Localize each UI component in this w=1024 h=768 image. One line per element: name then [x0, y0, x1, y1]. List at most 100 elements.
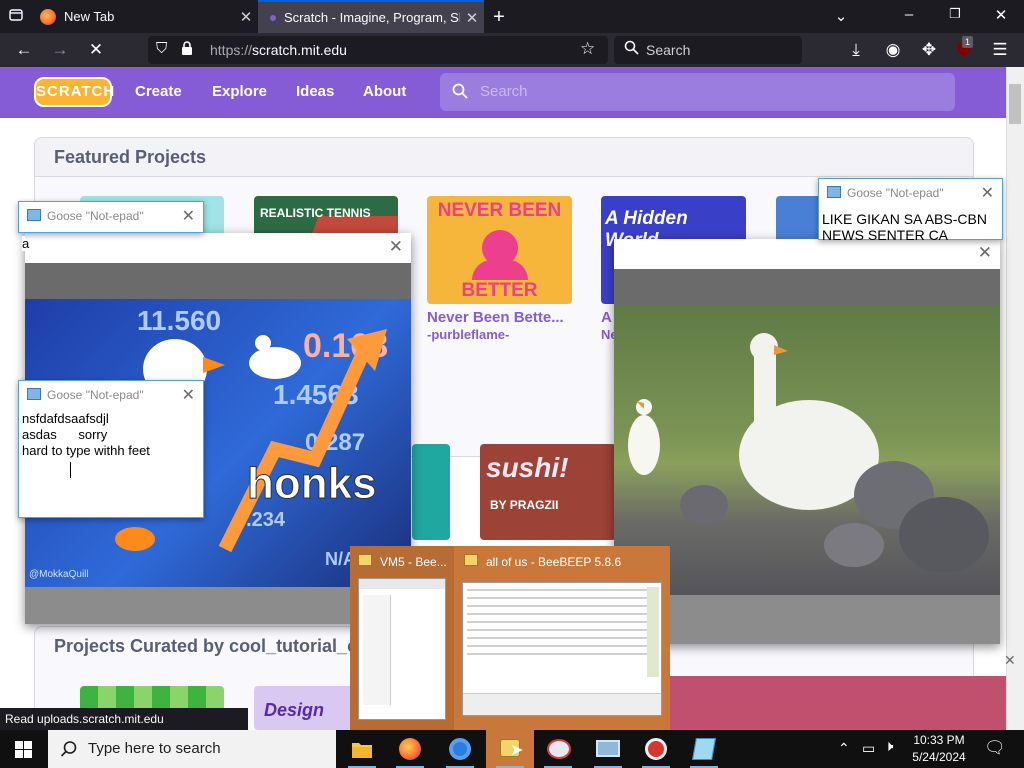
- close-tab-icon[interactable]: ✕: [460, 9, 484, 27]
- chevron-down-icon[interactable]: ⌄: [830, 7, 852, 25]
- chrome-app[interactable]: [436, 730, 484, 768]
- firefox-app[interactable]: [386, 730, 434, 768]
- project-thumbnail[interactable]: NEVER BEEN BETTER: [427, 196, 572, 304]
- remote-desktop-app[interactable]: [584, 730, 632, 768]
- goose-video-image: [614, 305, 1000, 595]
- window-title: Goose "Not-epad": [847, 186, 944, 200]
- close-icon[interactable]: ✕: [389, 237, 403, 257]
- note-text-area[interactable]: nsfdafdsaafsdjl asdas sorry hard to type…: [22, 411, 150, 459]
- task-preview-all-of-us[interactable]: all of us - BeeBEEP 5.8.6: [454, 546, 670, 730]
- network-icon[interactable]: ▭: [862, 740, 875, 757]
- clock-date: 5/24/2024: [912, 750, 966, 764]
- tab-title: Scratch - Imagine, Program, Share: [284, 10, 460, 25]
- new-tab-icon[interactable]: +: [489, 6, 509, 29]
- menu-icon[interactable]: ☰: [988, 39, 1012, 61]
- goose-video-window[interactable]: ✕: [614, 239, 1000, 644]
- back-icon[interactable]: ←: [12, 39, 36, 61]
- tab-new-tab[interactable]: New Tab ✕: [32, 0, 258, 33]
- note-text[interactable]: a: [22, 236, 29, 251]
- search-icon: [60, 741, 77, 757]
- goose-notepad-window[interactable]: Goose "Not-epad" ✕: [18, 201, 204, 233]
- nav-ideas[interactable]: Ideas: [296, 83, 334, 100]
- chevron-up-icon[interactable]: ⌃: [838, 740, 850, 757]
- window-title: Goose "Not-epad": [47, 209, 144, 223]
- extensions-icon[interactable]: ✥: [917, 39, 941, 61]
- close-tab-icon[interactable]: ✕: [234, 8, 258, 26]
- notepad-icon: [827, 186, 841, 198]
- geese-illustration: [628, 333, 989, 573]
- tab-list-icon[interactable]: [6, 8, 26, 26]
- minimize-icon[interactable]: –: [898, 6, 920, 23]
- file-explorer-app[interactable]: [338, 730, 386, 768]
- close-window-icon[interactable]: ✕: [990, 6, 1012, 24]
- taskbar-search-placeholder: Type here to search: [88, 740, 221, 757]
- tab-title: New Tab: [64, 9, 115, 24]
- volume-muted-icon[interactable]: 🕨: [884, 738, 893, 755]
- meme-credit: @MokkaQuill: [29, 569, 89, 580]
- project-title[interactable]: Never Been Bette...: [427, 309, 564, 326]
- browser-search-bar[interactable]: Search: [614, 36, 802, 64]
- thumb-text-bottom: BETTER: [461, 280, 538, 301]
- taskbar-clock[interactable]: 10:33 PM 5/24/2024: [906, 732, 972, 766]
- nav-about[interactable]: About: [363, 83, 406, 100]
- close-icon[interactable]: ✕: [981, 183, 994, 203]
- scratch-search-input[interactable]: Search: [440, 73, 955, 111]
- lock-icon[interactable]: [180, 40, 198, 59]
- downloads-icon[interactable]: ⤓: [844, 39, 868, 61]
- curated-projects-title: Projects Curated by cool_tutorial_co: [54, 636, 369, 656]
- tab-scratch[interactable]: Scratch - Imagine, Program, Share ✕: [258, 0, 484, 33]
- task-preview-vm5[interactable]: VM5 - Bee...: [350, 546, 454, 730]
- extension-badge: 1: [962, 36, 974, 48]
- featured-projects-title: Featured Projects: [54, 147, 207, 167]
- beebeep-icon: [464, 554, 478, 566]
- thumb-text: Design: [264, 700, 325, 720]
- url-bar[interactable]: ⛉ https://scratch.mit.edu ☆: [148, 36, 608, 64]
- close-icon[interactable]: ✕: [978, 243, 992, 263]
- pdf-app[interactable]: [632, 730, 680, 768]
- thumb-text: sushi!: [486, 452, 569, 483]
- ublock-icon[interactable]: 1: [952, 36, 976, 61]
- project-author[interactable]: -purbleflame-: [427, 327, 509, 342]
- project-thumbnail[interactable]: sushi! BY PRAGZII: [480, 444, 616, 540]
- beebeep-app[interactable]: ➤: [486, 730, 534, 768]
- browser-tab-bar: New Tab ✕ Scratch - Imagine, Program, Sh…: [0, 0, 1024, 33]
- url-domain: scratch.mit.edu: [252, 42, 347, 58]
- search-icon: [624, 40, 639, 58]
- nav-explore[interactable]: Explore: [212, 83, 267, 100]
- project-thumbnail[interactable]: [412, 444, 450, 540]
- taskbar-search-box[interactable]: Type here to search: [48, 730, 336, 768]
- task-preview-label: VM5 - Bee...: [380, 555, 447, 569]
- meme-top-bar: [25, 263, 411, 299]
- pdf-icon: [645, 738, 667, 760]
- close-icon[interactable]: ✕: [182, 206, 195, 226]
- scratch-favicon-icon: [270, 14, 276, 21]
- goose-notepad-window[interactable]: Goose "Not-epad" ✕ LIKE GIKAN SA ABS-CBN…: [818, 178, 1003, 243]
- nav-create[interactable]: Create: [135, 83, 182, 100]
- paint-app[interactable]: [534, 730, 582, 768]
- page-scrollbar[interactable]: [1006, 67, 1024, 730]
- window-title: Goose "Not-epad": [47, 388, 144, 402]
- bookmark-star-icon[interactable]: ☆: [580, 39, 595, 59]
- close-icon[interactable]: ✕: [1004, 652, 1016, 669]
- stop-loading-icon[interactable]: ✕: [84, 39, 108, 61]
- forward-icon[interactable]: →: [48, 39, 72, 61]
- account-icon[interactable]: ◉: [881, 39, 905, 61]
- beebeep-icon: [358, 554, 372, 566]
- notifications-icon[interactable]: 🗨: [984, 738, 1006, 758]
- close-icon[interactable]: ✕: [182, 385, 195, 405]
- note-text-area[interactable]: LIKE GIKAN SA ABS-CBN NEWS SENTER CA: [822, 211, 987, 243]
- browser-nav-bar: ← → ✕ ⛉ https://scratch.mit.edu ☆ Search…: [0, 33, 1024, 67]
- project-title[interactable]: A: [601, 309, 612, 326]
- restore-icon[interactable]: ❐: [944, 6, 966, 22]
- scrollbar-thumb[interactable]: [1009, 84, 1021, 124]
- search-icon: [452, 83, 468, 103]
- window-titlebar: Goose "Not-epad" ✕: [819, 179, 1002, 207]
- scratch-logo[interactable]: SCRATCH: [34, 77, 114, 107]
- notepad-app[interactable]: [680, 730, 728, 768]
- start-button[interactable]: [0, 730, 48, 768]
- meme-caption: honks: [247, 459, 378, 509]
- thumb-text-top: NEVER BEEN: [437, 200, 562, 221]
- goose-notepad-window[interactable]: Goose "Not-epad" ✕ nsfdafdsaafsdjl asdas…: [18, 380, 204, 518]
- video-top-bar: [614, 269, 1000, 305]
- shield-icon[interactable]: ⛉: [156, 40, 174, 57]
